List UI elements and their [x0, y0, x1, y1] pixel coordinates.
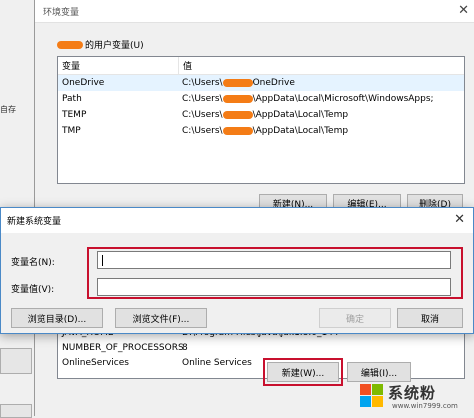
browse-file-button[interactable]: 浏览文件(F)...: [115, 308, 207, 328]
ok-button[interactable]: 确定: [319, 308, 391, 328]
redaction-mark: [222, 78, 253, 87]
watermark: 系统粉 www.win7999.com: [360, 380, 470, 414]
row-variable: OnlineServices: [62, 357, 129, 368]
table-row[interactable]: Path C:\Users\ \AppData\Local\Microsoft\W…: [58, 91, 464, 107]
column-header-value[interactable]: 值: [179, 57, 464, 74]
row-value: Online Services: [182, 357, 252, 368]
redaction-mark: [222, 94, 253, 103]
watermark-url: www.win7999.com: [392, 402, 458, 410]
close-icon[interactable]: ✕: [454, 212, 465, 227]
row-value: C:\Users\ \AppData\Local\Temp: [182, 126, 349, 136]
row-value: C:\Users\ OneDrive: [182, 78, 295, 88]
browse-directory-button[interactable]: 浏览目录(D)...: [11, 308, 103, 328]
row-value: 8: [182, 342, 188, 353]
highlight-box: [87, 247, 463, 299]
variable-value-label: 变量值(V):: [11, 285, 55, 295]
table-row[interactable]: TEMP C:\Users\ \AppData\Local\Temp: [58, 107, 464, 123]
env-window-title: 环境变量: [43, 7, 80, 18]
list-header: 变量 值: [58, 57, 464, 75]
dialog-title: 新建系统变量: [7, 217, 62, 227]
table-row[interactable]: TMP C:\Users\ \AppData\Local\Temp: [58, 123, 464, 139]
redaction-mark: [222, 110, 253, 119]
row-variable: TMP: [62, 126, 81, 136]
edit-system-variable-button[interactable]: 编辑(I)...: [347, 362, 411, 382]
windows-logo-icon: [360, 384, 384, 408]
row-variable: TEMP: [62, 110, 87, 120]
row-variable: NUMBER_OF_PROCESSORS: [62, 342, 184, 353]
redaction-mark: [57, 40, 83, 49]
dialog-titlebar: 新建系统变量: [1, 208, 473, 233]
background-edge-box: [0, 348, 32, 374]
table-row[interactable]: NUMBER_OF_PROCESSORS 8: [58, 340, 464, 355]
watermark-brand: 系统粉: [388, 384, 437, 402]
env-window-titlebar: 环境变量: [35, 0, 474, 23]
variable-name-label: 变量名(N):: [11, 258, 55, 268]
highlight-box: [263, 358, 343, 386]
row-value: C:\Users\ \AppData\Local\Temp: [182, 110, 349, 120]
row-value: C:\Users\ \AppData\Local\Microsoft\Window…: [182, 94, 434, 104]
user-variables-group-label: 的用户变量(U): [57, 38, 144, 51]
row-variable: OneDrive: [62, 78, 105, 88]
background-text-fragment: 自存: [0, 105, 16, 114]
cancel-button[interactable]: 取消: [397, 308, 463, 328]
new-system-variable-dialog: 新建系统变量 ✕ 变量名(N): 变量值(V): 浏览目录(D)... 浏览文件…: [0, 207, 474, 334]
table-row[interactable]: OneDrive C:\Users\ OneDrive: [58, 75, 464, 91]
close-icon[interactable]: ✕: [458, 3, 469, 18]
redaction-mark: [222, 126, 253, 135]
column-header-variable[interactable]: 变量: [58, 57, 179, 74]
user-variables-label: 的用户变量(U): [85, 41, 144, 51]
row-variable: Path: [62, 94, 82, 104]
user-variables-list[interactable]: 变量 值 OneDrive C:\Users\ OneDrive Path C:\…: [57, 56, 465, 184]
